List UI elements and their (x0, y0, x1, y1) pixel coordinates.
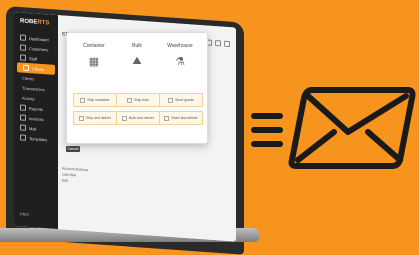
profile-icon[interactable] (224, 40, 230, 48)
notification-icon[interactable] (215, 40, 221, 47)
sidebar-item-label: Transactions (22, 85, 45, 92)
sidebar-item-label: Staff (29, 55, 38, 62)
option-label: Ship and deliver (85, 116, 112, 120)
option-store-deliver[interactable]: Store and deliver (159, 111, 203, 125)
option-container-deliver[interactable]: Ship and deliver (73, 111, 117, 125)
sidebar-item-label: Mail (29, 125, 37, 132)
column-title: Container (83, 43, 105, 49)
option-store-goods[interactable]: Store goods (159, 93, 203, 107)
option-ship-container[interactable]: Ship container (73, 93, 117, 107)
envelope-flap-icon (305, 93, 409, 135)
sidebar-item-label: Clients (22, 75, 35, 81)
toolbar (206, 39, 230, 48)
detail-list: Account Balance Last Mail Edit (62, 165, 88, 185)
sidebar-item-label: Customers (29, 45, 49, 52)
shipment-type-modal: Container ▦ Bulk ⛰ Warehouse ⚗ Ship cont… (66, 32, 208, 144)
warehouse-icon: ⚗ (175, 55, 185, 68)
sidebar-item-label: Dashboard (29, 35, 49, 42)
option-label: Bulk and deliver (129, 116, 154, 120)
staff-icon (20, 54, 26, 61)
container-icon: ▦ (88, 55, 100, 68)
checkbox-icon (80, 97, 86, 103)
reports-icon (20, 104, 26, 111)
sidebar-item-label: Templates (29, 135, 48, 142)
checkbox-icon (78, 115, 84, 121)
modal-column-container: Container ▦ (73, 43, 115, 68)
customers-icon (20, 44, 26, 51)
option-label: Ship bulk (134, 98, 149, 102)
sidebar-item-label: Clients (32, 65, 45, 72)
mail-icon (20, 124, 26, 131)
option-label: Store and deliver (171, 116, 198, 120)
checkbox-icon (164, 115, 170, 121)
bulk-icon: ⛰ (132, 54, 142, 67)
templates-icon (20, 134, 26, 141)
envelope-fold-icon (295, 129, 337, 163)
logo-prefix: ROBE (20, 18, 38, 26)
option-bulk-deliver[interactable]: Bulk and deliver (116, 111, 160, 125)
sidebar-item-label: Activity (22, 95, 35, 101)
checkbox-icon (168, 97, 174, 103)
option-label: Store goods (175, 98, 194, 102)
column-title: Bulk (132, 43, 142, 49)
envelope-fold-icon (365, 129, 403, 163)
edit-link[interactable]: Edit (62, 177, 88, 185)
sidebar-nav: Dashboard Customers Staff Clients Client… (14, 32, 58, 145)
sidebar: ROBERTS Dashboard Customers Staff Client… (14, 12, 58, 230)
dashboard-icon (20, 34, 26, 41)
logo: ROBERTS (20, 18, 49, 26)
fast-mail-icon (251, 87, 416, 169)
sidebar-footer: PRO (20, 211, 29, 218)
sidebar-item-label: Invoices (29, 115, 44, 122)
checkbox-icon (127, 97, 133, 103)
invoices-icon (20, 114, 26, 121)
modal-column-warehouse: Warehouse ⚗ (159, 43, 201, 68)
checkbox-icon (122, 115, 128, 121)
modal-column-bulk: Bulk ⛰ (116, 43, 158, 68)
sidebar-item-label: Reports (29, 105, 44, 112)
sidebar-item-templates[interactable]: Templates (14, 132, 58, 145)
clients-icon (23, 64, 29, 72)
column-title: Warehouse (167, 43, 193, 49)
cancel-button[interactable]: Cancel (66, 146, 80, 152)
option-ship-bulk[interactable]: Ship bulk (116, 93, 160, 107)
logo-suffix: RTS (37, 19, 50, 27)
option-label: Ship container (87, 98, 110, 102)
